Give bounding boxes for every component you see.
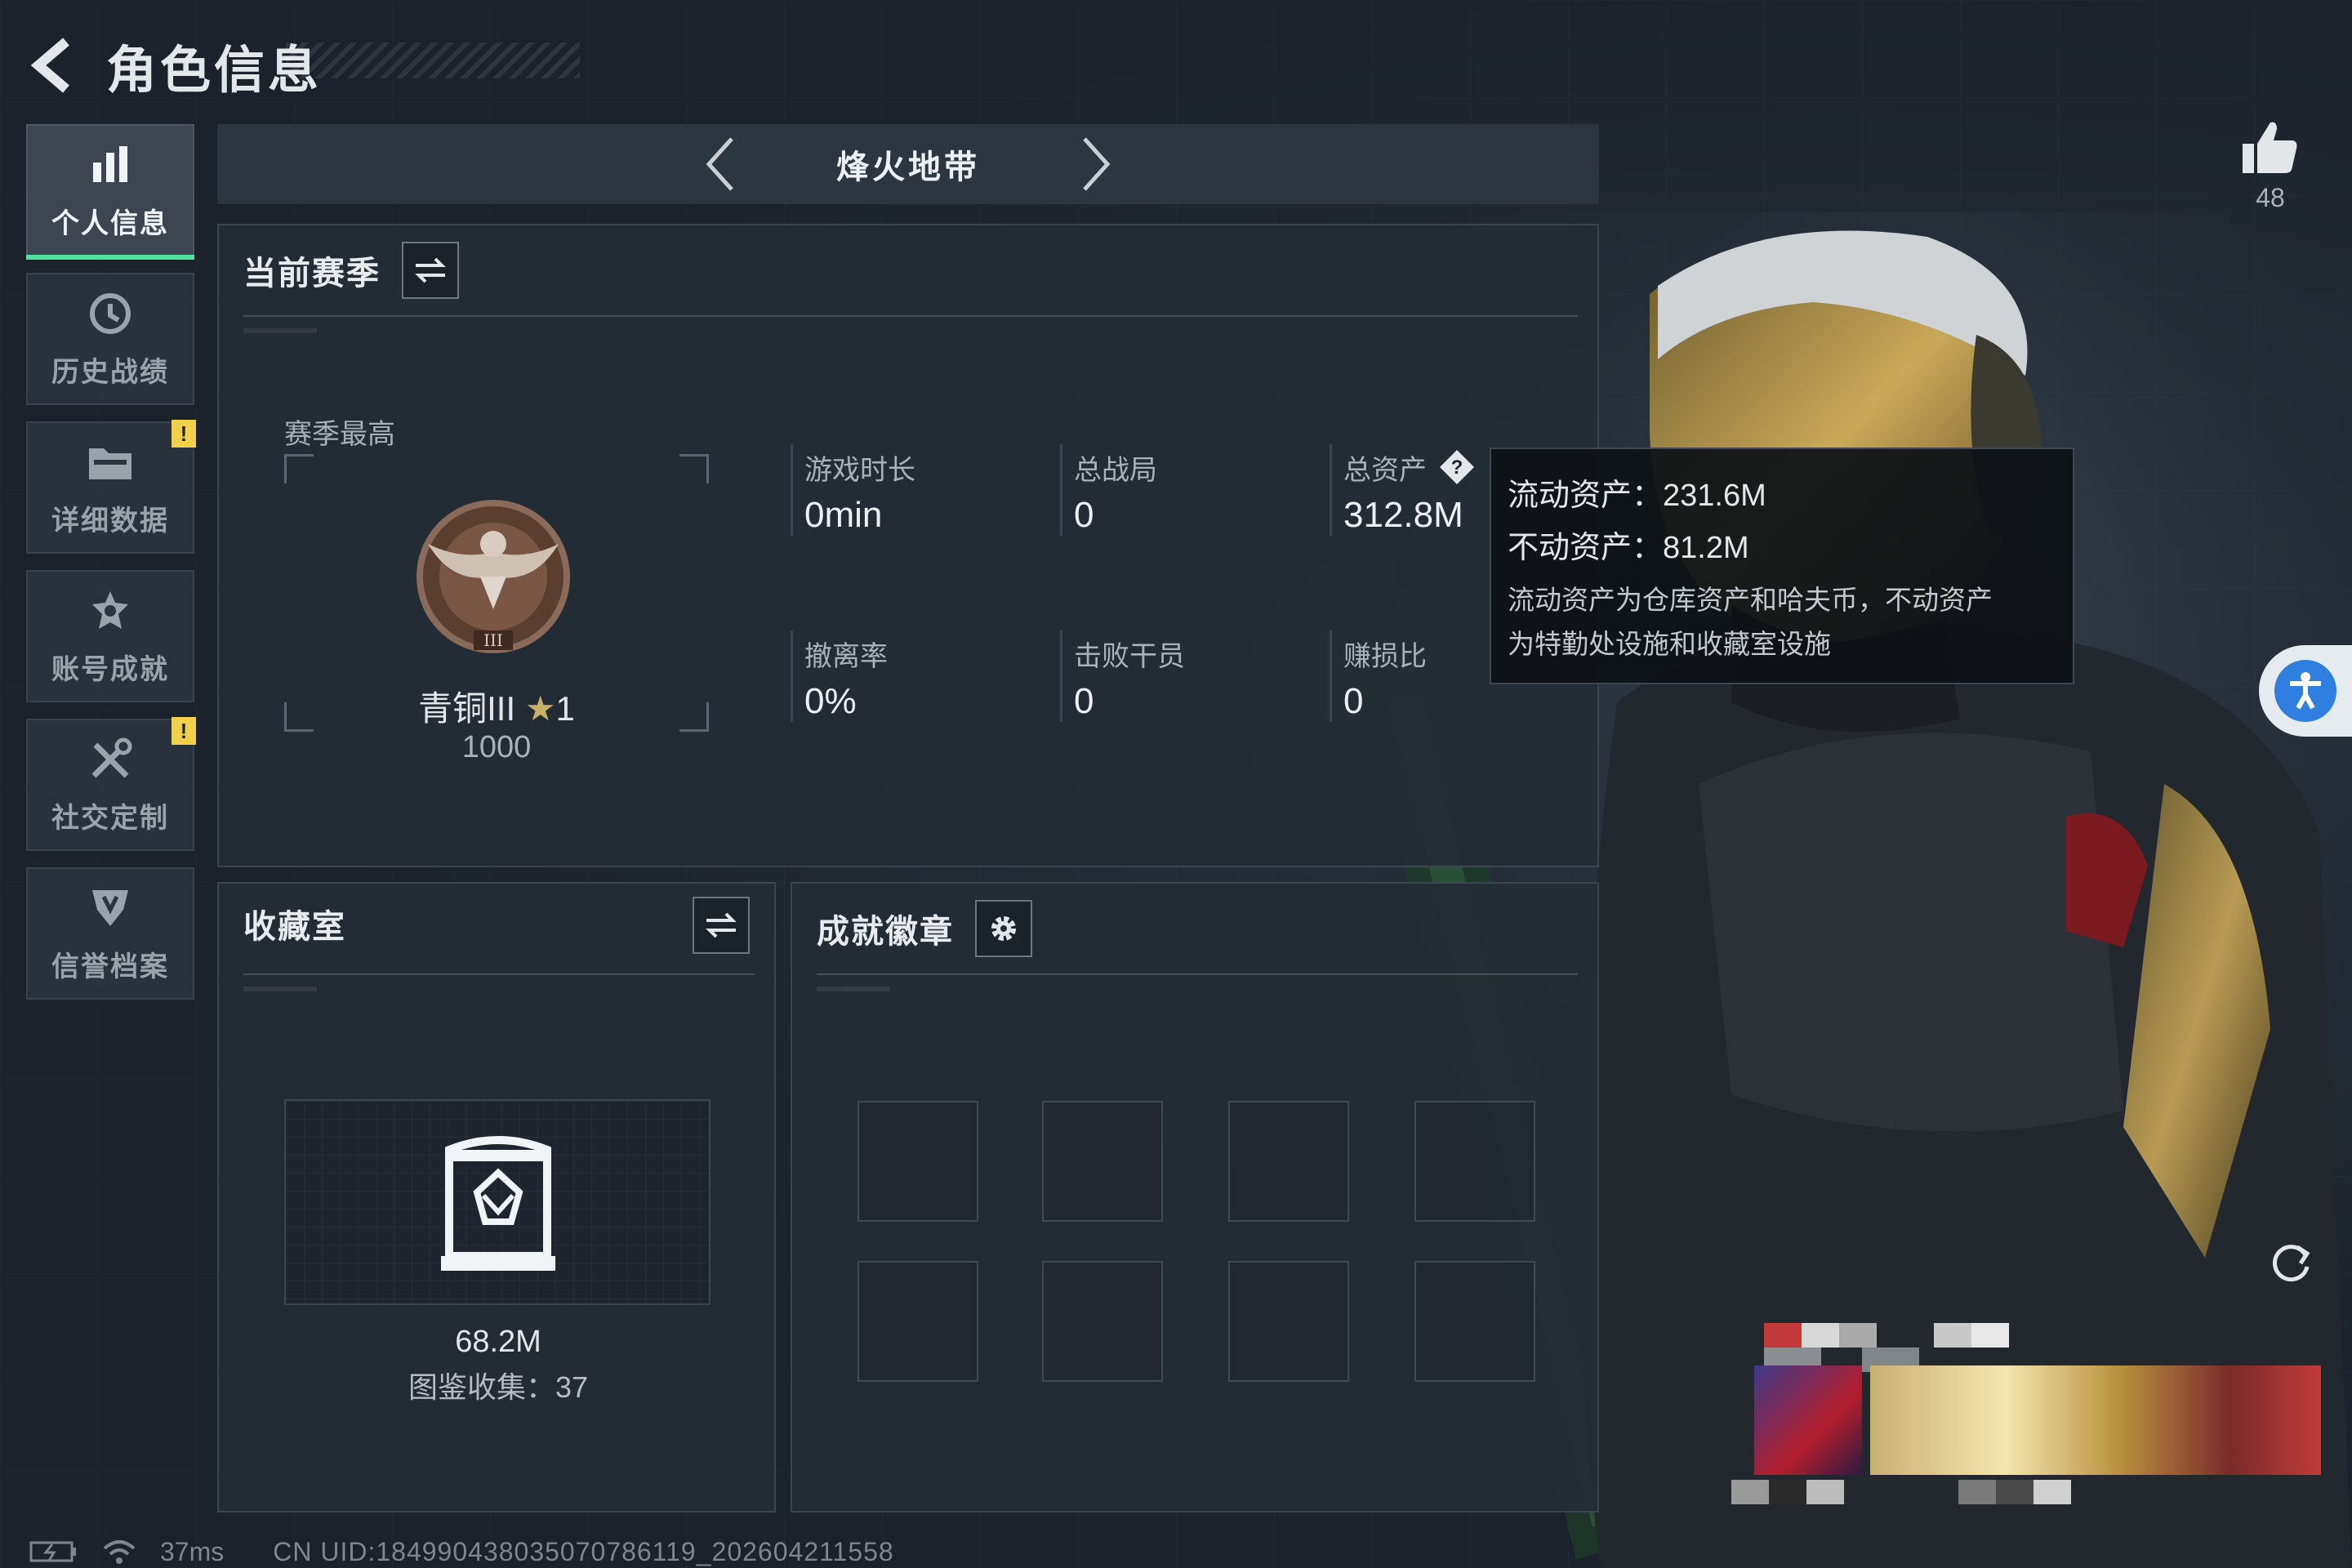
stat-total-matches: 总战局 0 bbox=[1060, 444, 1305, 536]
like-widget: 48 bbox=[2238, 114, 2303, 213]
folder-icon bbox=[86, 438, 135, 487]
collection-room-panel: 收藏室 68.2M 图鉴收集：37 bbox=[217, 882, 776, 1512]
collection-panel-title: 收藏室 bbox=[243, 909, 346, 945]
badge-slot[interactable] bbox=[858, 1261, 978, 1382]
badge-slot[interactable] bbox=[1228, 1261, 1349, 1382]
help-icon[interactable]: ? bbox=[1437, 447, 1477, 488]
warning-badge: ! bbox=[172, 717, 196, 745]
like-count: 48 bbox=[2256, 183, 2285, 212]
rank-display: III 青铜III ★1 1000 bbox=[284, 454, 709, 764]
achievement-badges-panel: 成就徽章 bbox=[791, 882, 1599, 1512]
star-icon: ★ bbox=[524, 689, 556, 728]
bronze-rank-emblem-icon: III bbox=[416, 500, 570, 653]
current-season-panel: 当前赛季 赛季最高 III 青铜III ★1 1000 游戏时长 0min 总战… bbox=[217, 224, 1599, 867]
wifi-icon bbox=[103, 1539, 136, 1565]
rank-score: 1000 bbox=[461, 730, 532, 764]
badge-slot[interactable] bbox=[858, 1101, 978, 1222]
fixed-assets: 不动资产：81.2M bbox=[1508, 530, 1749, 565]
accessibility-button[interactable] bbox=[2259, 645, 2352, 737]
badge-slot[interactable] bbox=[1414, 1261, 1535, 1382]
rank-name: 青铜III ★1 bbox=[418, 689, 575, 728]
divider bbox=[243, 315, 1578, 333]
sidebar-item-label: 详细数据 bbox=[51, 505, 169, 537]
divider bbox=[817, 973, 1578, 991]
banner-image bbox=[1870, 1365, 2321, 1475]
display-case-icon bbox=[441, 1136, 555, 1271]
shield-icon bbox=[86, 884, 135, 933]
next-mode-button[interactable] bbox=[1063, 131, 1129, 197]
swap-icon bbox=[706, 912, 737, 938]
svg-text:III: III bbox=[483, 630, 503, 650]
user-uid: CN UID:184990438035070786119_20260421155… bbox=[273, 1536, 894, 1566]
sidebar-item-detailed-data[interactable]: ! 详细数据 bbox=[26, 420, 196, 554]
liquid-assets: 流动资产：231.6M bbox=[1508, 478, 1766, 513]
pixelated-strip bbox=[1764, 1323, 2009, 1348]
sidebar-item-label: 个人信息 bbox=[51, 207, 169, 239]
stat-operators-defeated: 击败干员 0 bbox=[1060, 630, 1305, 722]
bar-chart-icon bbox=[86, 140, 135, 189]
switch-season-button[interactable] bbox=[402, 242, 459, 299]
stat-play-time: 游戏时长 0min bbox=[791, 444, 1036, 536]
season-best-label: 赛季最高 bbox=[284, 419, 395, 450]
sidebar-item-label: 社交定制 bbox=[51, 802, 169, 834]
accessibility-icon bbox=[2274, 660, 2336, 722]
svg-text:?: ? bbox=[1451, 457, 1463, 479]
assets-tooltip: 流动资产：231.6M 不动资产：81.2M 流动资产为仓库资产和哈夫币，不动资… bbox=[1490, 448, 2074, 684]
tools-icon bbox=[86, 735, 135, 784]
sidebar: 个人信息 历史战绩 ! 详细数据 账号成就 ! 社交定制 信誉档案 bbox=[26, 124, 196, 1016]
back-arrow-icon[interactable] bbox=[24, 33, 82, 98]
battery-icon bbox=[29, 1539, 78, 1564]
divider bbox=[243, 973, 755, 991]
stat-extraction-rate: 撤离率 0% bbox=[791, 630, 1036, 722]
badges-panel-title: 成就徽章 bbox=[817, 914, 954, 950]
sidebar-item-label: 账号成就 bbox=[51, 653, 169, 685]
warning-badge: ! bbox=[172, 420, 196, 448]
sidebar-item-achievements[interactable]: 账号成就 bbox=[26, 570, 194, 702]
mode-title: 烽火地带 bbox=[836, 149, 980, 185]
thumbs-up-icon[interactable] bbox=[2238, 114, 2303, 180]
badge-slot[interactable] bbox=[1228, 1101, 1349, 1222]
title-decoration bbox=[286, 42, 580, 78]
header: 角色信息 bbox=[24, 24, 580, 106]
history-clock-icon bbox=[86, 289, 135, 338]
achievement-icon bbox=[86, 586, 135, 635]
sidebar-item-social[interactable]: ! 社交定制 bbox=[26, 717, 196, 851]
gear-icon bbox=[991, 916, 1016, 941]
sidebar-item-personal-info[interactable]: 个人信息 bbox=[26, 124, 194, 260]
sidebar-item-label: 信誉档案 bbox=[51, 951, 169, 982]
badge-slot[interactable] bbox=[1414, 1101, 1535, 1222]
badge-settings-button[interactable] bbox=[975, 900, 1032, 957]
rotate-view-icon[interactable] bbox=[2262, 1233, 2319, 1290]
previous-mode-button[interactable] bbox=[688, 131, 753, 197]
season-panel-title: 当前赛季 bbox=[243, 256, 381, 292]
sidebar-item-history[interactable]: 历史战绩 bbox=[26, 273, 194, 405]
sidebar-item-label: 历史战绩 bbox=[51, 356, 169, 388]
ping-value: 37ms bbox=[160, 1536, 225, 1566]
sidebar-item-reputation[interactable]: 信誉档案 bbox=[26, 867, 194, 1000]
mode-selector: 烽火地带 bbox=[217, 124, 1599, 204]
swap-icon bbox=[415, 257, 446, 283]
badge-slot[interactable] bbox=[1042, 1101, 1163, 1222]
collection-count: 图鉴收集：37 bbox=[408, 1370, 589, 1404]
collection-value: 68.2M bbox=[455, 1325, 541, 1359]
badge-slot[interactable] bbox=[1042, 1261, 1163, 1382]
collection-room-card[interactable] bbox=[284, 1099, 710, 1305]
player-banner[interactable] bbox=[1754, 1365, 2321, 1475]
banner-avatar bbox=[1754, 1365, 1862, 1475]
tooltip-note: 流动资产为仓库资产和哈夫币，不动资产 为特勤处设施和收藏室设施 bbox=[1508, 585, 1993, 659]
pixelated-strip bbox=[1731, 1480, 2071, 1504]
status-footer: 37ms CN UID:184990438035070786119_202604… bbox=[29, 1535, 894, 1568]
switch-collection-button[interactable] bbox=[693, 897, 750, 954]
